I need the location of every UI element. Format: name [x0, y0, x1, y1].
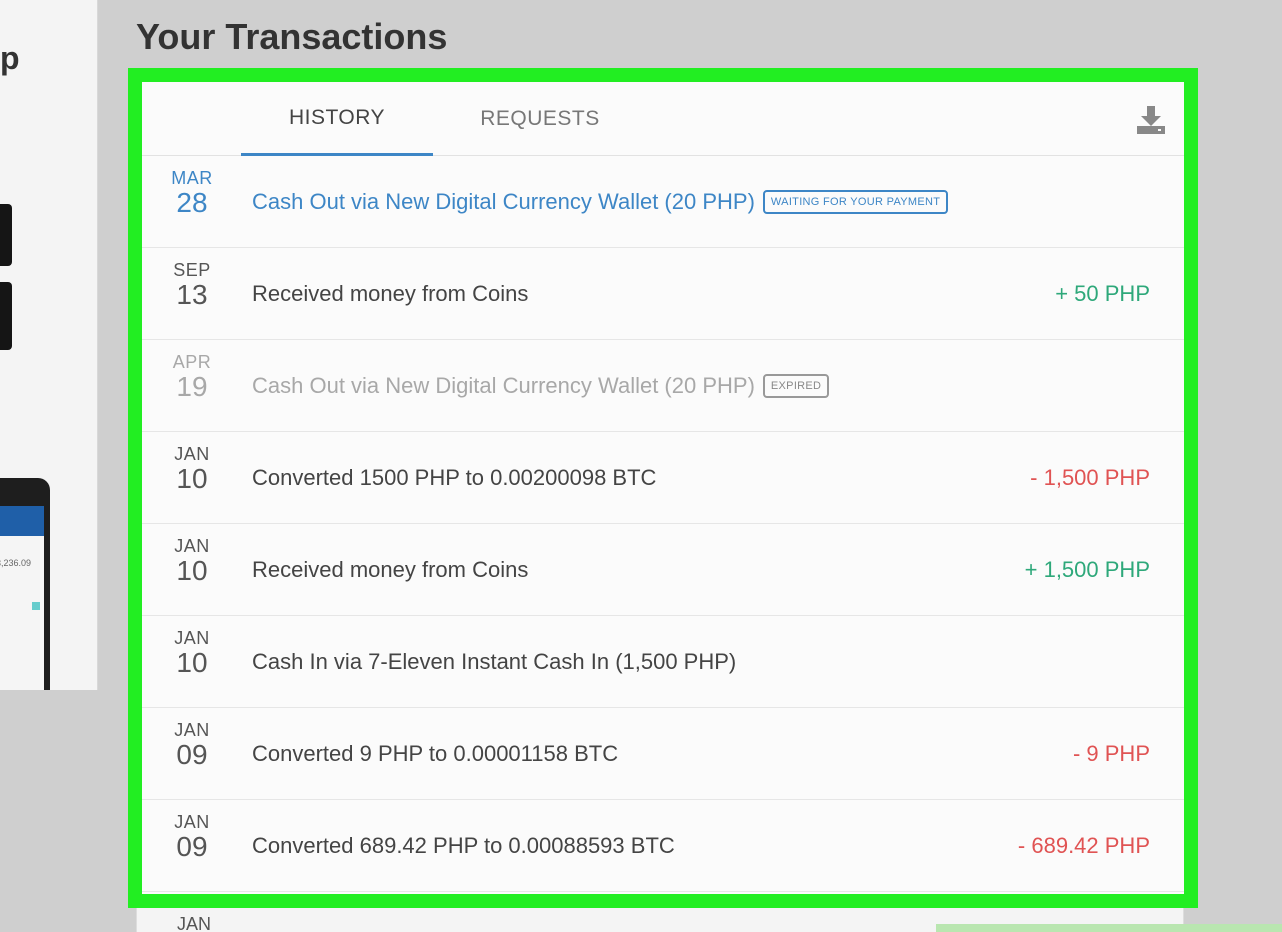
transaction-day: 19: [176, 371, 208, 402]
tab-bar: HISTORY REQUESTS: [142, 82, 1184, 156]
transaction-row[interactable]: JAN 10 Received money from Coins + 1,500…: [142, 524, 1184, 616]
phone-header: [0, 506, 44, 536]
transaction-date: APR 19: [164, 352, 220, 402]
transaction-day: 13: [176, 279, 208, 310]
transaction-day: 28: [176, 187, 208, 218]
transaction-row[interactable]: JAN 09 Converted 9 PHP to 0.00001158 BTC…: [142, 708, 1184, 800]
transaction-row[interactable]: APR 19 Cash Out via New Digital Currency…: [142, 340, 1184, 432]
transaction-description-text: Converted 9 PHP to 0.00001158 BTC: [252, 741, 619, 766]
transaction-description: Cash Out via New Digital Currency Wallet…: [252, 156, 949, 248]
transaction-day: 10: [176, 555, 208, 586]
transaction-month: APR: [172, 352, 212, 372]
transaction-description-text: Converted 689.42 PHP to 0.00088593 BTC: [252, 833, 675, 858]
tab-history[interactable]: HISTORY: [241, 82, 433, 156]
transaction-description-text: Received money from Coins: [252, 557, 529, 582]
transaction-row[interactable]: MAR 28 Cash Out via New Digital Currency…: [142, 156, 1184, 248]
app-store-button[interactable]: [0, 204, 12, 266]
transaction-date: JAN 10: [164, 628, 220, 678]
status-badge: WAITING FOR YOUR PAYMENT: [762, 190, 949, 214]
transaction-description-text: Cash Out via New Digital Currency Wallet…: [252, 189, 755, 214]
transactions-card: HISTORY REQUESTS MAR 28 Cash Out via New…: [142, 82, 1184, 894]
transaction-month: JAN: [174, 720, 210, 740]
transaction-description-text: Cash Out via New Digital Currency Wallet…: [252, 373, 755, 398]
page-title: Your Transactions: [136, 16, 448, 57]
transaction-month: JAN: [174, 536, 210, 556]
transaction-description: Cash In via 7-Eleven Instant Cash In (1,…: [252, 616, 736, 708]
transaction-description: Cash Out via New Digital Currency Wallet…: [252, 340, 830, 432]
transaction-month: SEP: [173, 260, 211, 280]
transaction-month: JAN: [177, 914, 212, 932]
transaction-description: Converted 9 PHP to 0.00001158 BTC: [252, 708, 618, 800]
transactions-highlight: HISTORY REQUESTS MAR 28 Cash Out via New…: [128, 68, 1198, 908]
transaction-date: SEP 13: [164, 260, 220, 310]
transaction-row[interactable]: JAN 09 Converted 689.42 PHP to 0.0008859…: [142, 800, 1184, 892]
transaction-day: 09: [176, 831, 208, 862]
transaction-amount: - 1,500 PHP: [1030, 465, 1150, 490]
transaction-row[interactable]: SEP 13 Received money from Coins + 50 PH…: [142, 248, 1184, 340]
transaction-row[interactable]: JAN 10 Converted 1500 PHP to 0.00200098 …: [142, 432, 1184, 524]
transaction-row[interactable]: JAN 10 Cash In via 7-Eleven Instant Cash…: [142, 616, 1184, 708]
google-play-button[interactable]: [0, 282, 12, 350]
phone-mockup: 3,236.09: [0, 478, 50, 690]
transaction-month: MAR: [171, 168, 213, 188]
transaction-description-text: Converted 1500 PHP to 0.00200098 BTC: [252, 465, 657, 490]
status-badge: EXPIRED: [762, 374, 830, 398]
transaction-day: 10: [176, 463, 208, 494]
transaction-date: JAN 09: [164, 812, 220, 862]
tab-requests[interactable]: REQUESTS: [442, 82, 638, 156]
transaction-amount: + 1,500 PHP: [1024, 557, 1150, 582]
left-panel: p 3,236.09: [0, 0, 98, 690]
transaction-day: 10: [176, 647, 208, 678]
transaction-date: MAR 28: [164, 168, 220, 218]
phone-icon: [32, 602, 40, 610]
transaction-day: 09: [176, 739, 208, 770]
left-panel-title: p: [0, 40, 20, 76]
transaction-date: JAN 10: [164, 536, 220, 586]
transaction-month: JAN: [174, 812, 210, 832]
phone-screen: 3,236.09: [0, 506, 44, 690]
transaction-description: Converted 689.42 PHP to 0.00088593 BTC: [252, 800, 675, 892]
transaction-list: MAR 28 Cash Out via New Digital Currency…: [142, 156, 1184, 892]
transaction-amount: - 689.42 PHP: [1017, 833, 1150, 858]
transaction-description-text: Received money from Coins: [252, 281, 529, 306]
phone-balance: 3,236.09: [0, 558, 32, 568]
transaction-description: Received money from Coins: [252, 524, 528, 616]
transaction-description-text: Cash In via 7-Eleven Instant Cash In (1,…: [252, 649, 737, 674]
transaction-amount: - 9 PHP: [1072, 741, 1150, 766]
transaction-month: JAN: [174, 444, 210, 464]
transaction-description: Converted 1500 PHP to 0.00200098 BTC: [252, 432, 656, 524]
transaction-month: JAN: [174, 628, 210, 648]
transaction-date: JAN 09: [164, 720, 220, 770]
transaction-amount: + 50 PHP: [1055, 281, 1150, 306]
decorative-strip: [936, 924, 1282, 932]
transaction-date: JAN 10: [164, 444, 220, 494]
transaction-description: Received money from Coins: [252, 248, 528, 340]
download-icon[interactable]: [1134, 102, 1168, 136]
